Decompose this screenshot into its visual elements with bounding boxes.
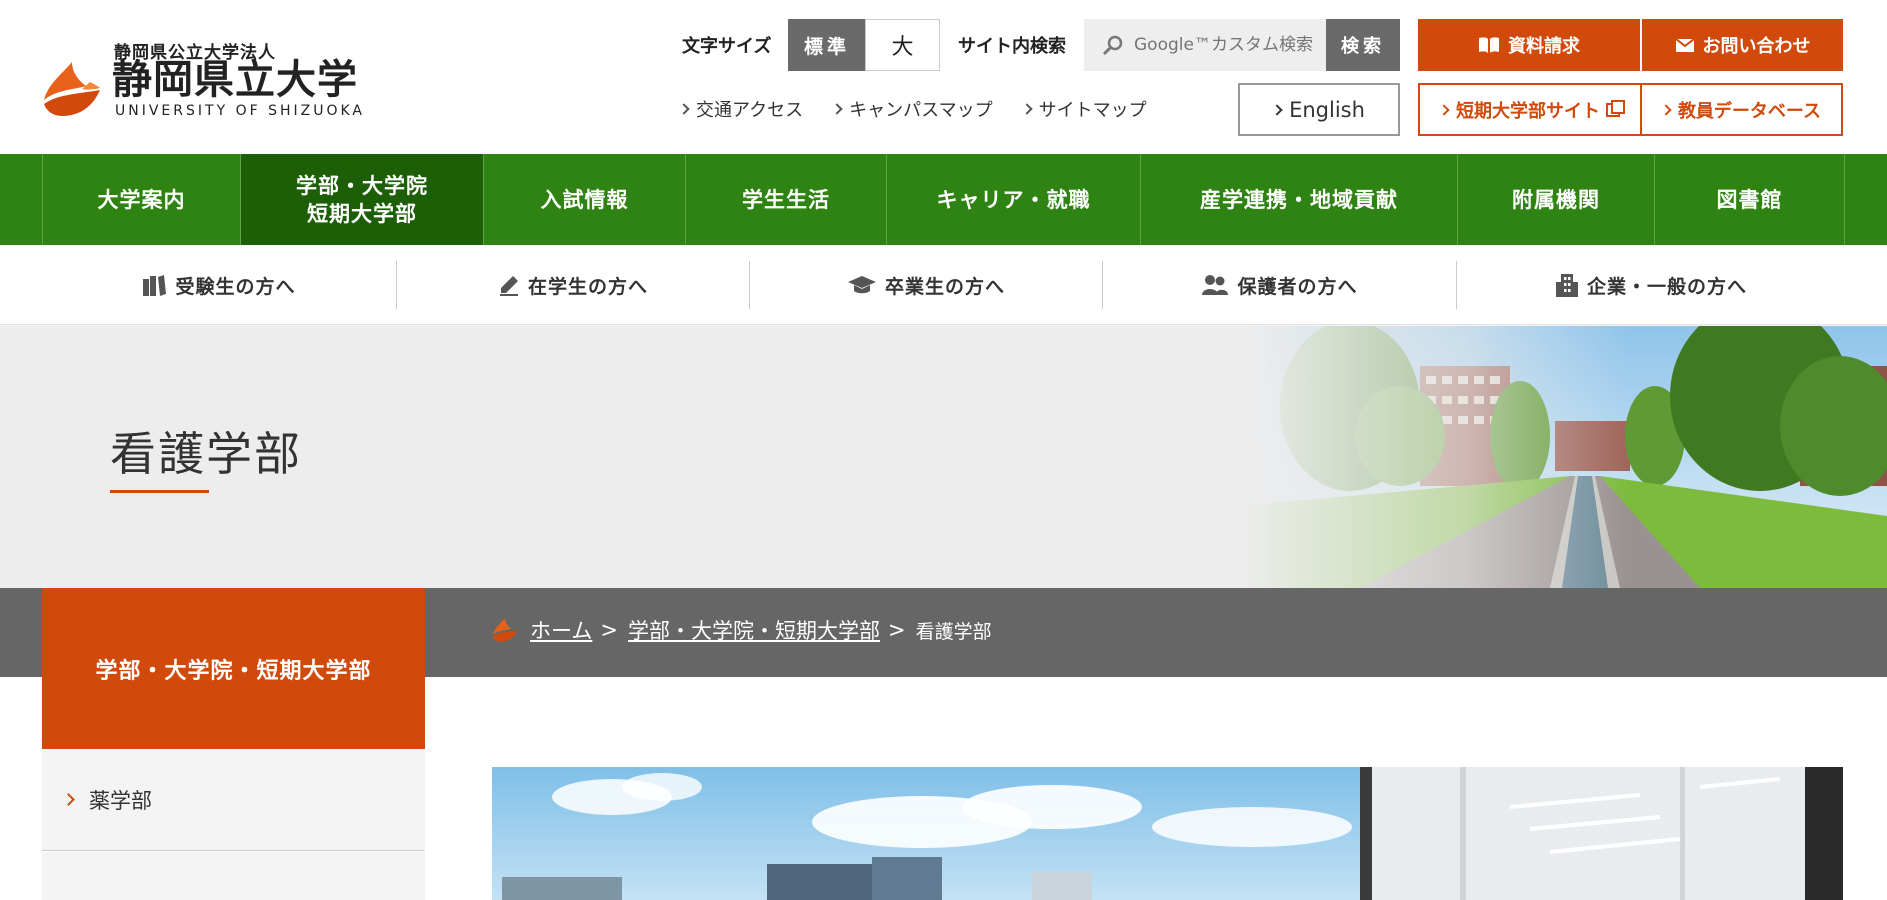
breadcrumb-current: 看護学部 (915, 620, 992, 643)
logo-title: 静岡県立大学 (112, 57, 358, 103)
font-size-large-button[interactable]: 大 (865, 19, 940, 71)
audience-prospective[interactable]: 受験生の方へ (42, 261, 395, 309)
people-icon (1202, 275, 1229, 295)
books-icon (143, 275, 167, 296)
request-materials-button[interactable]: 資料請求 (1418, 19, 1640, 71)
gnav-item-admissions[interactable]: 入試情報 (483, 154, 685, 245)
site-header: 静岡県公立大学法人 静岡県立大学 UNIVERSITY OF SHIZUOKA … (0, 0, 1887, 154)
chevron-right-icon (678, 103, 690, 115)
book-icon (1479, 37, 1499, 53)
interior-photo (1360, 767, 1843, 900)
search-input[interactable] (1134, 30, 1314, 60)
external-link-icon (1606, 99, 1625, 117)
audience-alumni[interactable]: 卒業生の方へ (750, 261, 1102, 309)
contact-button[interactable]: お問い合わせ (1642, 19, 1843, 71)
breadcrumb-separator: > (600, 618, 618, 642)
title-underline (110, 490, 209, 493)
chevron-right-icon (1660, 103, 1672, 116)
gnav-item-faculties[interactable]: 学部・大学院 短期大学部 (240, 154, 483, 245)
audience-students[interactable]: 在学生の方へ (397, 261, 749, 309)
chevron-right-icon (1271, 103, 1283, 116)
utility-links: 交通アクセス キャンパスマップ サイトマップ (678, 96, 1147, 122)
breadcrumb: ホーム > 学部・大学院・短期大学部 > 看護学部 (492, 615, 992, 645)
gnav-item-about[interactable]: 大学案内 (42, 154, 240, 245)
pencil-icon (499, 276, 518, 296)
gnav-item-institutes[interactable]: 附属機関 (1457, 154, 1654, 245)
faculty-database-button[interactable]: 教員データベース (1640, 83, 1843, 136)
site-search-label: サイト内検索 (958, 36, 1066, 57)
campus-photo (1240, 326, 1887, 588)
sidebar-item[interactable] (42, 852, 425, 900)
font-size-standard-button[interactable]: 標準 (788, 19, 866, 71)
building-photo (492, 767, 1360, 900)
breadcrumb-home-link[interactable]: ホーム (530, 615, 592, 645)
gnav-item-student-life[interactable]: 学生生活 (685, 154, 886, 245)
home-logo-icon (492, 618, 518, 642)
gnav-item-career[interactable]: キャリア・就職 (886, 154, 1140, 245)
mail-icon (1674, 38, 1695, 52)
gnav-item-library[interactable]: 図書館 (1654, 154, 1845, 245)
university-logo[interactable]: 静岡県公立大学法人 静岡県立大学 UNIVERSITY OF SHIZUOKA (42, 38, 362, 120)
access-link[interactable]: 交通アクセス (678, 96, 803, 122)
search-box (1084, 19, 1326, 71)
page-title: 看護学部 (110, 427, 302, 481)
audience-parents[interactable]: 保護者の方へ (1103, 261, 1456, 309)
chevron-right-icon (1020, 103, 1033, 115)
logo-english: UNIVERSITY OF SHIZUOKA (115, 103, 366, 119)
audience-nav: 受験生の方へ 在学生の方へ 卒業生の方へ 保護者の方へ 企業・一般の方へ (0, 245, 1887, 325)
english-button[interactable]: English (1238, 83, 1400, 136)
font-size-label: 文字サイズ (682, 36, 772, 57)
page-hero: 看護学部 (0, 326, 1887, 588)
chevron-right-icon (1438, 103, 1450, 116)
junior-college-site-button[interactable]: 短期大学部サイト (1418, 83, 1642, 136)
search-icon (1102, 35, 1123, 56)
chevron-right-icon (62, 793, 75, 806)
campus-map-link[interactable]: キャンパスマップ (831, 96, 993, 122)
sidebar-item-pharmacy[interactable]: 薬学部 (42, 749, 425, 851)
breadcrumb-separator: > (887, 618, 906, 642)
sitemap-link[interactable]: サイトマップ (1020, 96, 1147, 122)
gnav-item-industry[interactable]: 産学連携・地域貢献 (1140, 154, 1457, 245)
building-icon (1555, 274, 1578, 297)
audience-companies[interactable]: 企業・一般の方へ (1457, 261, 1845, 309)
graduation-cap-icon (847, 276, 876, 294)
search-button[interactable]: 検索 (1326, 19, 1400, 71)
chevron-right-icon (831, 103, 843, 115)
breadcrumb-parent-link[interactable]: 学部・大学院・短期大学部 (628, 615, 880, 645)
global-nav: 大学案内 学部・大学院 短期大学部 入試情報 学生生活 キャリア・就職 産学連携… (0, 154, 1887, 245)
sidebar-heading[interactable]: 学部・大学院・短期大学部 (42, 588, 425, 749)
logo-mark-icon (44, 62, 100, 116)
